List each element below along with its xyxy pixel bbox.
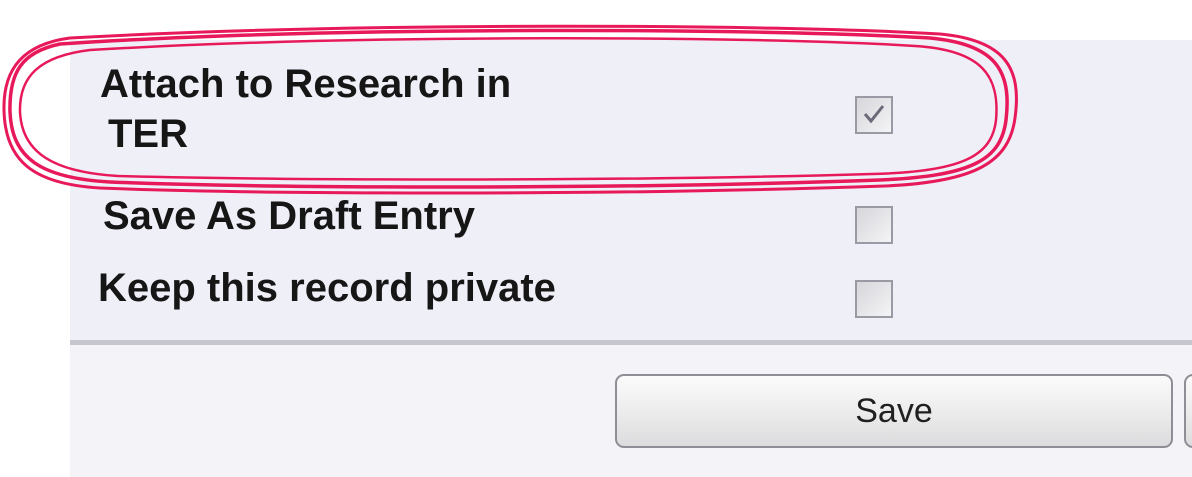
attach-label-line-1: Attach to Research in: [100, 62, 512, 106]
checkmark-icon: [863, 105, 885, 124]
attach-label-line-2: TER: [108, 112, 188, 156]
save-button[interactable]: Save: [615, 374, 1173, 448]
next-button-edge[interactable]: [1184, 374, 1192, 448]
keep-private-label: Keep this record private: [98, 266, 556, 310]
save-as-draft-checkbox[interactable]: [855, 206, 893, 244]
attach-to-research-checkbox[interactable]: [855, 96, 893, 134]
attach-to-research-label: Attach to Research in TER: [100, 62, 740, 156]
keep-private-checkbox[interactable]: [855, 280, 893, 318]
save-as-draft-label: Save As Draft Entry: [103, 194, 475, 238]
